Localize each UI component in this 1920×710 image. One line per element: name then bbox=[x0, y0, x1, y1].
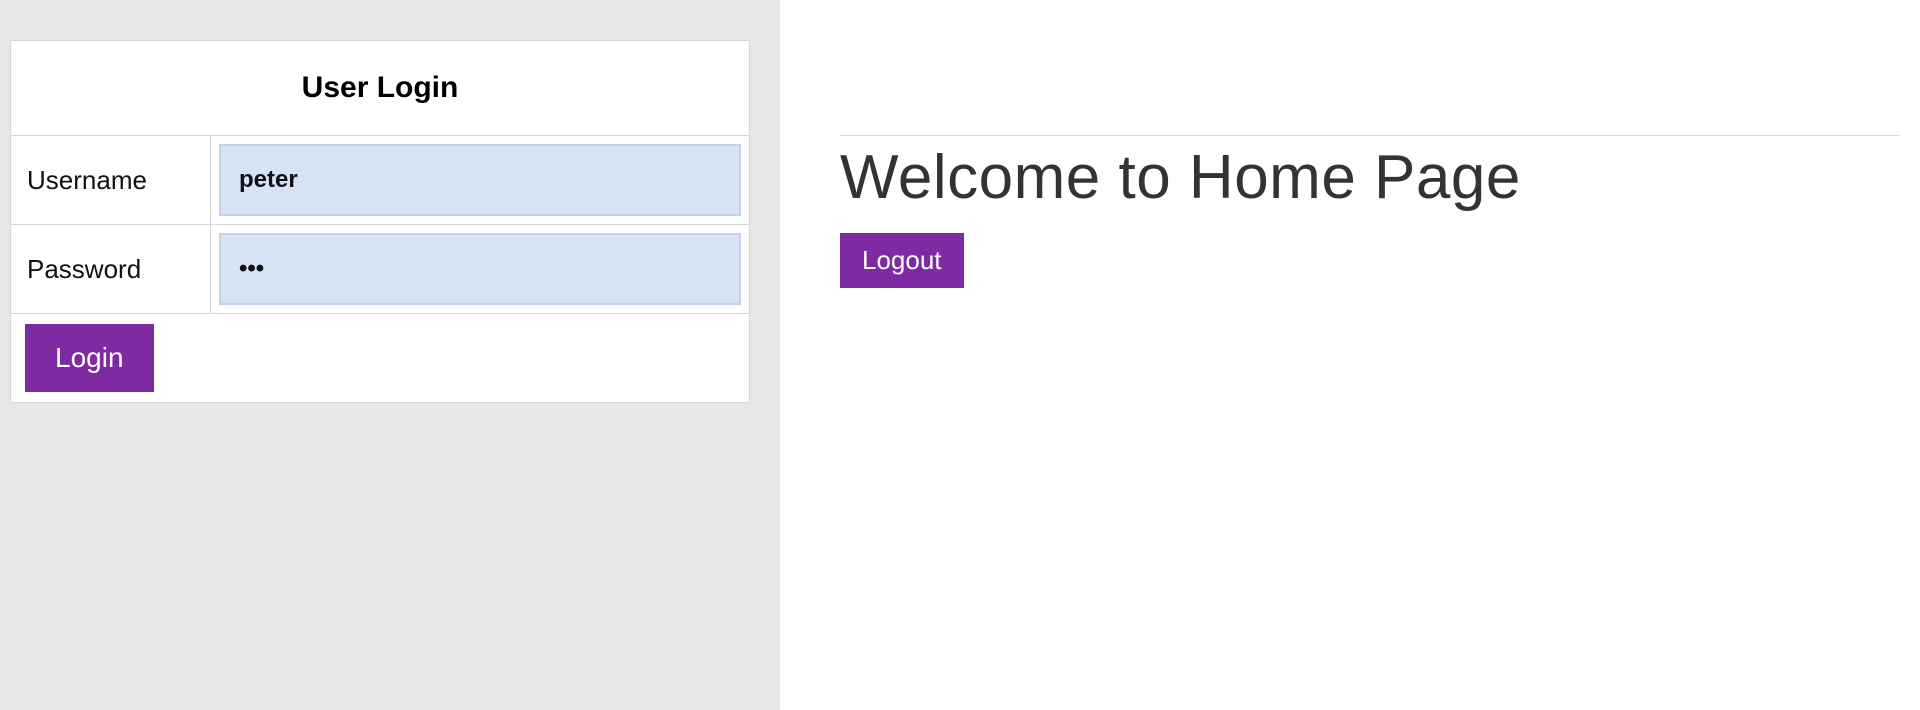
login-title: User Login bbox=[11, 41, 750, 136]
username-input-cell bbox=[211, 136, 750, 225]
password-input[interactable] bbox=[219, 233, 741, 305]
divider bbox=[840, 135, 1900, 136]
home-panel: Welcome to Home Page Logout bbox=[780, 0, 1920, 710]
logout-button[interactable]: Logout bbox=[840, 233, 964, 288]
password-label: Password bbox=[11, 225, 211, 314]
login-form-table: User Login Username Password Login bbox=[10, 40, 750, 403]
username-label: Username bbox=[11, 136, 211, 225]
password-input-cell bbox=[211, 225, 750, 314]
username-input[interactable] bbox=[219, 144, 741, 216]
login-button-cell: Login bbox=[11, 314, 750, 403]
login-panel: User Login Username Password Login bbox=[0, 0, 780, 710]
welcome-heading: Welcome to Home Page bbox=[840, 142, 1900, 213]
login-button[interactable]: Login bbox=[25, 324, 154, 392]
